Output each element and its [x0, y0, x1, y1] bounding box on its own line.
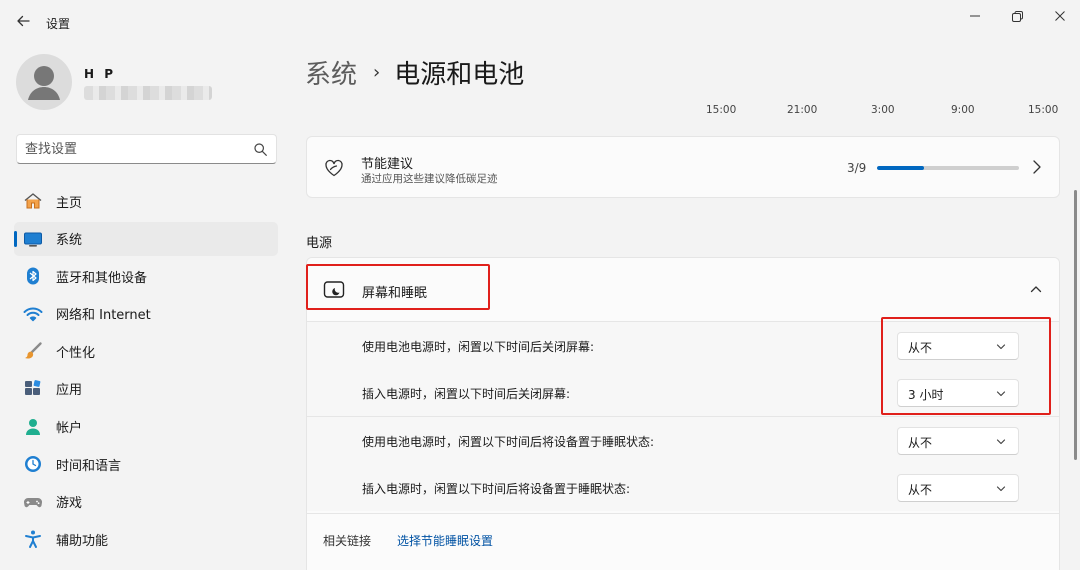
plugged-screen-off-dropdown[interactable]: 3 小时	[897, 379, 1019, 407]
sidebar-item-gaming[interactable]: 游戏	[14, 485, 278, 519]
apps-icon	[23, 379, 43, 399]
sidebar-nav: 主页 系统 蓝牙和其他设备 网络和 Internet 个性化 应用 帐户 时间和…	[14, 184, 278, 560]
time-tick: 21:00	[787, 104, 818, 116]
arrow-left-icon	[17, 15, 30, 27]
chevron-down-icon	[996, 391, 1006, 397]
close-button[interactable]	[1049, 6, 1071, 26]
scrollbar-thumb[interactable]	[1074, 190, 1077, 460]
restore-button[interactable]	[1006, 6, 1028, 26]
setting-row-plugged-screen-off: 插入电源时，闲置以下时间后关闭屏幕: 3 小时	[307, 369, 1059, 416]
minimize-button[interactable]	[964, 6, 986, 26]
sidebar-item-apps[interactable]: 应用	[14, 372, 278, 406]
screen-sleep-card: 屏幕和睡眠 使用电池电源时，闲置以下时间后关闭屏幕: 从不 插入电源时，闲置以下…	[306, 257, 1060, 570]
setting-label: 使用电池电源时，闲置以下时间后将设备置于睡眠状态:	[362, 435, 655, 449]
chevron-right-icon	[1033, 160, 1041, 174]
sidebar-item-label: 系统	[56, 233, 83, 249]
dropdown-value: 从不	[908, 341, 933, 355]
restore-icon	[1011, 10, 1023, 22]
sidebar-item-network[interactable]: 网络和 Internet	[14, 297, 278, 331]
user-name: H P	[84, 67, 117, 81]
title-bar: 设置	[0, 0, 1080, 44]
page-title: 电源和电池	[394, 59, 525, 90]
chevron-down-icon	[996, 344, 1006, 350]
battery-sleep-dropdown[interactable]: 从不	[897, 427, 1019, 455]
time-tick: 15:00	[706, 104, 737, 116]
energy-saving-sleep-link[interactable]: 选择节能睡眠设置	[397, 532, 493, 549]
sidebar-item-label: 网络和 Internet	[56, 308, 151, 324]
search-icon	[254, 143, 267, 156]
dropdown-value: 从不	[908, 483, 933, 497]
sidebar-item-label: 时间和语言	[56, 458, 122, 474]
chevron-down-icon	[996, 439, 1006, 445]
sidebar-item-bluetooth[interactable]: 蓝牙和其他设备	[14, 259, 278, 293]
sidebar-item-label: 主页	[56, 195, 83, 211]
chevron-down-icon	[996, 486, 1006, 492]
time-tick: 3:00	[871, 104, 895, 116]
screen-sleep-header[interactable]: 屏幕和睡眠	[307, 258, 1059, 321]
sidebar-item-label: 游戏	[56, 496, 83, 512]
breadcrumb: 系统 › 电源和电池	[305, 52, 524, 92]
home-icon	[23, 191, 43, 211]
bluetooth-icon	[23, 266, 43, 286]
avatar[interactable]	[16, 54, 72, 110]
user-email-redacted	[84, 86, 212, 100]
setting-row-battery-screen-off: 使用电池电源时，闲置以下时间后关闭屏幕: 从不	[307, 322, 1059, 369]
dropdown-value: 3 小时	[908, 388, 944, 402]
user-icon	[28, 66, 60, 100]
minimize-icon	[970, 15, 980, 17]
app-title: 设置	[46, 17, 71, 31]
sidebar-item-label: 个性化	[56, 345, 96, 361]
sidebar-item-home[interactable]: 主页	[14, 184, 278, 218]
brush-icon	[23, 341, 43, 361]
eco-subtitle: 通过应用这些建议降低碳足迹	[361, 173, 498, 185]
sidebar-item-label: 辅助功能	[56, 533, 109, 549]
setting-label: 插入电源时，闲置以下时间后将设备置于睡眠状态:	[362, 482, 631, 496]
accessibility-icon	[23, 529, 43, 549]
sidebar-item-accounts[interactable]: 帐户	[14, 410, 278, 444]
time-tick: 15:00	[1028, 104, 1059, 116]
energy-recommendations-card[interactable]: 节能建议 通过应用这些建议降低碳足迹 3/9	[306, 136, 1060, 198]
sidebar-item-personalization[interactable]: 个性化	[14, 334, 278, 368]
search-input[interactable]	[25, 140, 245, 158]
eco-title: 节能建议	[361, 157, 414, 172]
eco-progress-bar	[877, 166, 1019, 170]
back-button[interactable]	[12, 10, 34, 32]
breadcrumb-parent[interactable]: 系统	[305, 54, 357, 91]
sidebar-item-label: 应用	[56, 383, 83, 399]
sidebar-item-label: 帐户	[56, 421, 83, 437]
chevron-up-icon[interactable]	[1029, 282, 1043, 296]
time-tick: 9:00	[951, 104, 975, 116]
wifi-icon	[23, 304, 43, 324]
leaf-heart-icon	[325, 159, 343, 177]
breadcrumb-separator: ›	[373, 61, 381, 83]
related-links-row: 相关链接 选择节能睡眠设置	[307, 514, 1059, 570]
gamepad-icon	[23, 492, 43, 512]
battery-time-axis: 15:00 21:00 3:00 9:00 15:00	[680, 104, 1060, 118]
system-monitor-icon	[23, 229, 43, 249]
plugged-sleep-dropdown[interactable]: 从不	[897, 474, 1019, 502]
sidebar-item-label: 蓝牙和其他设备	[56, 270, 148, 286]
dropdown-value: 从不	[908, 436, 933, 450]
search-box[interactable]	[16, 134, 277, 164]
setting-row-battery-sleep: 使用电池电源时，闲置以下时间后将设备置于睡眠状态: 从不	[307, 417, 1059, 464]
screen-sleep-icon	[323, 281, 345, 298]
setting-label: 插入电源时，闲置以下时间后关闭屏幕:	[362, 387, 571, 401]
eco-count: 3/9	[847, 161, 867, 175]
sidebar-item-system[interactable]: 系统	[14, 221, 278, 256]
setting-row-plugged-sleep: 插入电源时，闲置以下时间后将设备置于睡眠状态: 从不	[307, 464, 1059, 511]
section-heading-power: 电源	[306, 236, 333, 251]
sidebar-item-time-language[interactable]: 时间和语言	[14, 447, 278, 481]
related-links-label: 相关链接	[323, 534, 372, 548]
sidebar-item-accessibility[interactable]: 辅助功能	[14, 522, 278, 556]
setting-label: 使用电池电源时，闲置以下时间后关闭屏幕:	[362, 340, 595, 354]
account-icon	[23, 417, 43, 437]
clock-globe-icon	[23, 454, 43, 474]
battery-screen-off-dropdown[interactable]: 从不	[897, 332, 1019, 360]
close-icon	[1055, 11, 1065, 21]
eco-progress-fill	[877, 166, 925, 170]
screen-sleep-title: 屏幕和睡眠	[362, 286, 428, 301]
